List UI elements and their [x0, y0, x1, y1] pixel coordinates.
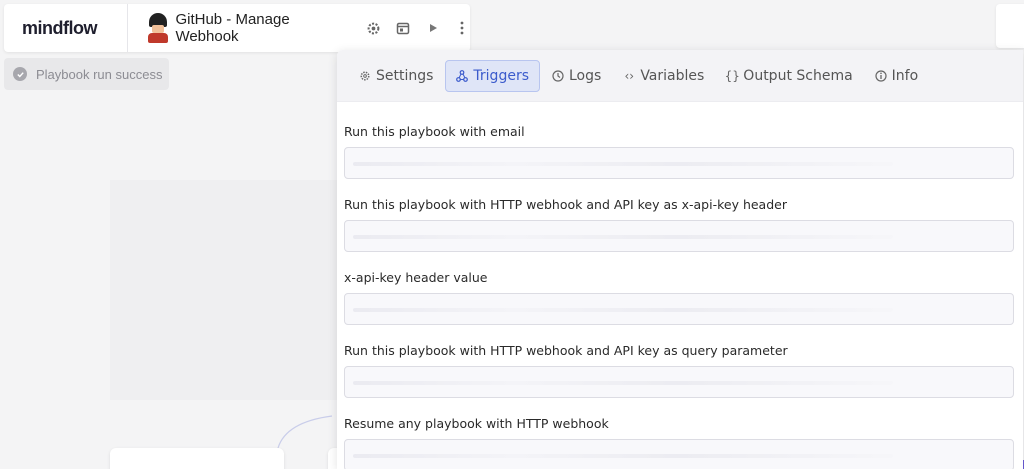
play-icon[interactable] — [425, 20, 441, 36]
divider — [127, 4, 129, 52]
field-label: x-api-key header value — [344, 270, 488, 285]
check-circle-icon — [13, 67, 27, 81]
field-label: Resume any playbook with HTTP webhook — [344, 416, 609, 431]
email-trigger-input[interactable] — [344, 147, 1014, 179]
status-badge: Playbook run success — [4, 58, 169, 90]
top-bar: mindflow GitHub - Manage Webhook — [4, 4, 470, 52]
trigger-field-email: Run this playbook with email — [344, 124, 1014, 179]
tab-output-schema[interactable]: {} Output Schema — [716, 60, 862, 92]
triggers-icon — [456, 69, 469, 82]
tab-logs[interactable]: Logs — [542, 60, 611, 92]
playbook-title[interactable]: GitHub - Manage Webhook — [175, 11, 351, 45]
side-card — [996, 4, 1024, 48]
triggers-content: Run this playbook with email Run this pl… — [337, 102, 1023, 469]
mindflow-logo[interactable]: mindflow — [22, 18, 119, 39]
api-key-value-input[interactable] — [344, 293, 1014, 325]
trigger-field-api-key: x-api-key header value — [344, 270, 1014, 325]
webhook-header-url-input[interactable] — [344, 220, 1014, 252]
resume-webhook-url-input[interactable] — [344, 439, 1014, 469]
playbook-settings-panel: Settings Triggers Logs ‹› Variables {} O… — [337, 50, 1023, 469]
tab-label: Variables — [640, 67, 705, 84]
field-label: Run this playbook with HTTP webhook and … — [344, 343, 788, 358]
tab-label: Settings — [376, 67, 434, 84]
gear-icon[interactable] — [366, 20, 382, 36]
field-label: Run this playbook with HTTP webhook and … — [344, 197, 787, 212]
tab-triggers[interactable]: Triggers — [445, 59, 540, 92]
tab-settings[interactable]: Settings — [349, 60, 443, 92]
tab-variables[interactable]: ‹› Variables — [613, 60, 714, 92]
more-vertical-icon[interactable] — [454, 20, 470, 36]
canvas-background — [110, 180, 350, 400]
tab-info[interactable]: Info — [865, 60, 929, 92]
tab-label: Output Schema — [743, 67, 853, 84]
code-icon: ‹› — [624, 68, 635, 83]
flow-edge — [277, 415, 333, 449]
flow-node[interactable] — [110, 448, 284, 469]
trigger-field-resume: Resume any playbook with HTTP webhook — [344, 416, 1014, 469]
tab-label: Logs — [569, 67, 602, 84]
trigger-field-webhook-header: Run this playbook with HTTP webhook and … — [344, 197, 1014, 252]
tab-label: Triggers — [473, 67, 529, 84]
info-icon — [875, 69, 887, 82]
tab-label: Info — [891, 67, 919, 84]
trigger-field-webhook-query: Run this playbook with HTTP webhook and … — [344, 343, 1014, 398]
clock-icon — [552, 69, 564, 82]
gear-icon — [359, 70, 371, 82]
field-label: Run this playbook with email — [344, 124, 525, 139]
webhook-query-url-input[interactable] — [344, 366, 1014, 398]
panel-tabs: Settings Triggers Logs ‹› Variables {} O… — [337, 50, 1023, 102]
braces-icon: {} — [724, 68, 740, 83]
playbook-avatar-icon — [146, 13, 169, 43]
status-text: Playbook run success — [36, 66, 163, 82]
calendar-icon[interactable] — [395, 20, 411, 36]
